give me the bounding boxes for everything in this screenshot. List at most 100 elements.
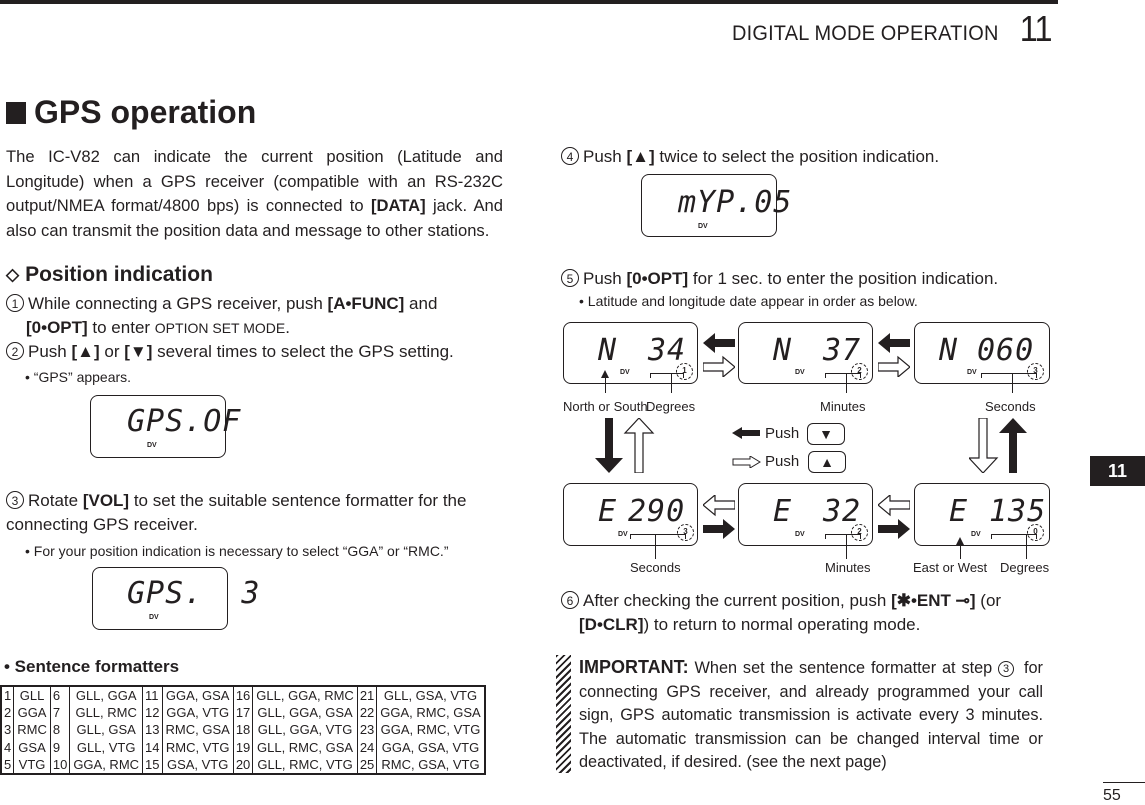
dv-indicator: DV (795, 369, 805, 376)
dv-indicator: DV (147, 442, 157, 449)
lcd-latitude-degrees: N 34 DV 1 (563, 322, 698, 384)
north-south-label: North or South (563, 399, 648, 414)
square-bullet-icon (6, 102, 26, 124)
formatter-value: GGA, GSA (161, 686, 234, 705)
legend-push-label: Push (765, 425, 800, 442)
pointer-line (1012, 373, 1014, 393)
formatter-value: GLL, RMC, VTG (252, 755, 358, 775)
outline-left-arrow-icon (703, 495, 735, 517)
step-2: 2 Push [▲] or [▼] several times to select… (6, 340, 503, 364)
outline-left-arrow-icon (878, 495, 910, 517)
step-2-note: • “GPS” appears. (25, 369, 132, 385)
up-key-button: ▲ (808, 451, 846, 473)
filled-down-arrow-icon (595, 418, 623, 473)
formatter-number: 22 (359, 705, 375, 721)
step-text: several times to select the GPS setting. (152, 342, 454, 361)
outline-up-arrow-icon (623, 418, 655, 473)
filled-left-arrow-icon (703, 333, 735, 353)
sentence-formatters-title: • Sentence formatters (4, 657, 180, 676)
important-hatch-bar (556, 655, 571, 773)
step-6: 6 After checking the current position, pu… (561, 589, 1043, 636)
signal-level-icon: 3 (1027, 363, 1044, 380)
key-up: [▲] (71, 342, 100, 361)
formatter-value: GLL, GGA (69, 686, 144, 705)
step-number: 1 (6, 294, 24, 312)
formatter-number: 9 (52, 739, 61, 755)
formatter-number: 1 (4, 688, 12, 703)
step-number: 3 (6, 491, 24, 509)
dv-indicator: DV (620, 369, 630, 376)
arrow-pair-1 (703, 333, 735, 377)
lcd-value: 060 (977, 333, 1035, 368)
dv-indicator: DV (618, 531, 628, 538)
formatter-value: GGA, RMC, VTG (376, 721, 486, 739)
important-note: IMPORTANT: When set the sentence formatt… (579, 656, 1043, 775)
step-text: ) to return to normal operating mode. (643, 614, 921, 634)
vertical-arrows-right (969, 418, 1027, 473)
formatter-value: GGA (13, 704, 51, 722)
formatter-number: 15 (145, 756, 160, 772)
seconds-label: Seconds (985, 399, 1036, 414)
subsection-title-text: Position indication (25, 263, 213, 286)
step-text: to enter (87, 317, 155, 337)
legend-push-label: Push (765, 453, 800, 470)
formatter-value: RMC, GSA (161, 721, 234, 739)
formatter-number: 20 (235, 756, 251, 772)
formatter-value: GLL, GGA, GSA (252, 704, 358, 722)
step-number: 5 (561, 269, 579, 287)
degrees-label: Degrees (1000, 560, 1050, 575)
step-text: twice to select the position indication. (654, 147, 940, 166)
step-4: 4 Push [▲] twice to select the position i… (561, 145, 939, 169)
step-number: 4 (561, 147, 579, 165)
signal-level-icon: 3 (677, 524, 694, 541)
pointer-line (846, 373, 848, 393)
key-a-func: [A•FUNC] (327, 294, 405, 313)
chapter-side-tab: 11 (1090, 456, 1145, 486)
formatter-value: GLL (13, 686, 51, 705)
formatter-value: GGA, VTG (161, 704, 234, 722)
intro-paragraph: The IC-V82 can indicate the current posi… (6, 145, 503, 243)
legend-outline-arrow-icon (732, 456, 761, 468)
data-jack-key: [DATA] (370, 196, 426, 215)
dv-indicator: DV (698, 223, 708, 230)
section-title-text: GPS operation (34, 94, 257, 130)
formatter-number: 19 (235, 739, 251, 755)
hemisphere-indicator: N (939, 333, 959, 368)
lcd-longitude-minutes: E 32 DV 2 (738, 483, 873, 546)
step-text: Push (583, 269, 627, 288)
minutes-label: Minutes (825, 560, 871, 575)
formatter-value: GLL, RMC, GSA (252, 738, 358, 756)
formatter-value: VTG (13, 755, 51, 775)
table-row: 4 GSA 9 GLL, VTG 14 RMC, VTG 19 GLL, RMC, GSA 24… (1, 738, 486, 756)
formatter-number: 24 (359, 739, 375, 755)
lcd-latitude-minutes: N 37 DV 2 (738, 322, 873, 384)
formatter-number: 13 (145, 722, 160, 738)
step-text: or (99, 342, 125, 361)
subsection-title: ◇ Position indication (6, 263, 213, 287)
outline-right-arrow-icon (878, 355, 910, 377)
dv-indicator: DV (149, 614, 159, 621)
pointer-line (671, 373, 673, 393)
step-text: Push (583, 147, 627, 166)
hemisphere-indicator: E (598, 494, 618, 529)
formatter-value: RMC, GSA, VTG (376, 755, 486, 775)
formatter-value: GLL, GGA, VTG (252, 721, 358, 739)
arrow-pair-2 (878, 333, 910, 377)
lcd-text: GPS. 3 (127, 576, 261, 611)
dv-indicator: DV (795, 531, 805, 538)
formatter-value: GSA, VTG (161, 755, 234, 775)
formatter-number: 3 (4, 722, 12, 738)
formatter-number: 14 (145, 739, 160, 755)
lcd-text: GPS.OF (127, 404, 242, 439)
formatter-number: 4 (4, 739, 12, 755)
position-diagram: N 34 DV 1 N 37 DV 2 N 060 DV 3 North or … (555, 315, 1055, 585)
signal-level-icon: 0 (1027, 524, 1044, 541)
pointer-line (655, 535, 657, 559)
formatter-value: GLL, GSA, VTG (376, 686, 486, 705)
option-set-mode: OPTION SET MODE (154, 319, 286, 336)
formatter-number: 23 (359, 722, 375, 738)
formatter-number: 11 (145, 688, 159, 703)
formatter-value: GLL, GSA (69, 721, 144, 739)
key-ent: [✱•ENT ⊸] (891, 591, 976, 610)
lcd-longitude-degrees: E 135 DV 0 (914, 483, 1050, 546)
